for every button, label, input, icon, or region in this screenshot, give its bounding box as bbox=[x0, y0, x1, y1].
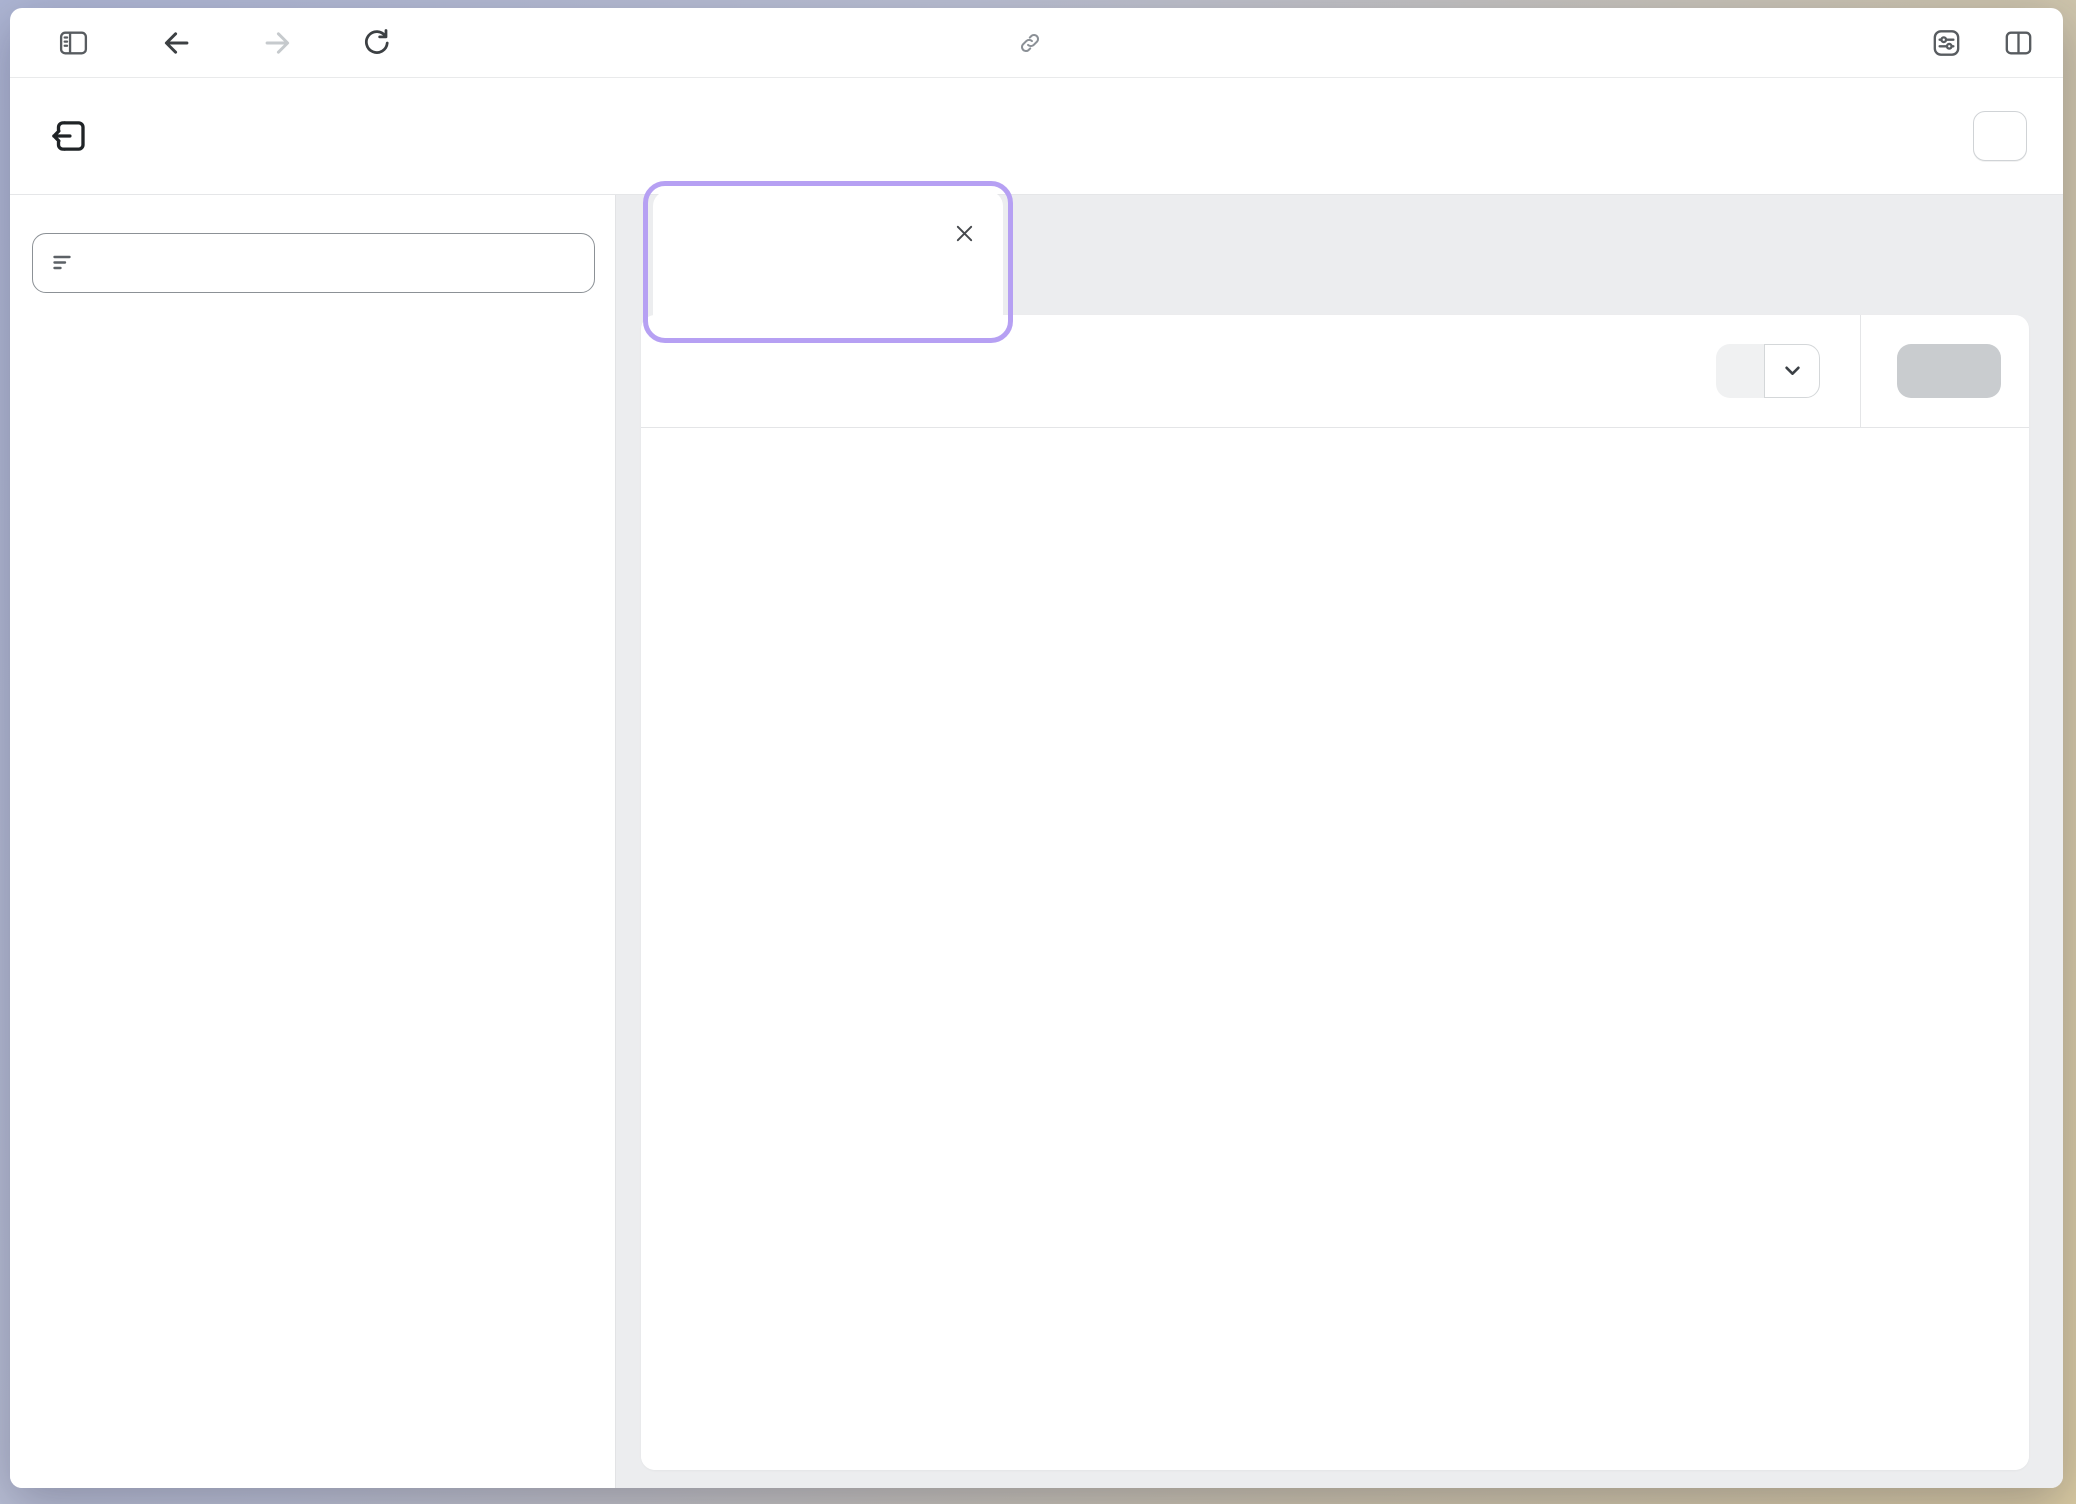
save-button[interactable] bbox=[1897, 344, 2001, 398]
editor-card bbox=[641, 315, 2029, 1470]
browser-window bbox=[10, 8, 2063, 1488]
link-icon bbox=[1017, 30, 1043, 56]
toolbar-actions bbox=[1716, 315, 2001, 427]
browser-settings-icon[interactable] bbox=[1930, 26, 1963, 59]
file-search-input[interactable] bbox=[32, 233, 595, 293]
forward-button-icon[interactable] bbox=[260, 26, 294, 60]
tab-close-icon[interactable] bbox=[956, 221, 973, 247]
chevron-down-icon bbox=[1785, 366, 1800, 376]
format-liquid-split-button bbox=[1716, 344, 1820, 398]
sidebar-toggle-icon[interactable] bbox=[57, 26, 90, 59]
code-editor[interactable] bbox=[641, 429, 2029, 1470]
address-bar[interactable] bbox=[1017, 30, 1057, 56]
split-view-icon[interactable] bbox=[2002, 26, 2035, 59]
tab-layout-theme-liquid[interactable] bbox=[653, 191, 1003, 333]
toolbar-divider bbox=[1860, 315, 1861, 428]
filter-icon bbox=[51, 251, 75, 275]
file-tree-sidebar bbox=[10, 195, 615, 1488]
format-liquid-button[interactable] bbox=[1716, 344, 1764, 398]
content-area bbox=[10, 195, 2063, 1488]
format-liquid-dropdown[interactable] bbox=[1764, 344, 1820, 398]
desktop-background bbox=[0, 0, 2076, 1504]
exit-editor-button[interactable] bbox=[48, 115, 90, 157]
reload-button-icon[interactable] bbox=[360, 26, 393, 59]
exit-icon bbox=[48, 115, 90, 157]
editor-main bbox=[615, 195, 2063, 1488]
tab-highlight-ring bbox=[643, 181, 1013, 343]
back-button-icon[interactable] bbox=[160, 26, 194, 60]
preview-store-button[interactable] bbox=[1973, 111, 2027, 161]
browser-toolbar bbox=[10, 8, 2063, 78]
app-header bbox=[10, 78, 2063, 195]
